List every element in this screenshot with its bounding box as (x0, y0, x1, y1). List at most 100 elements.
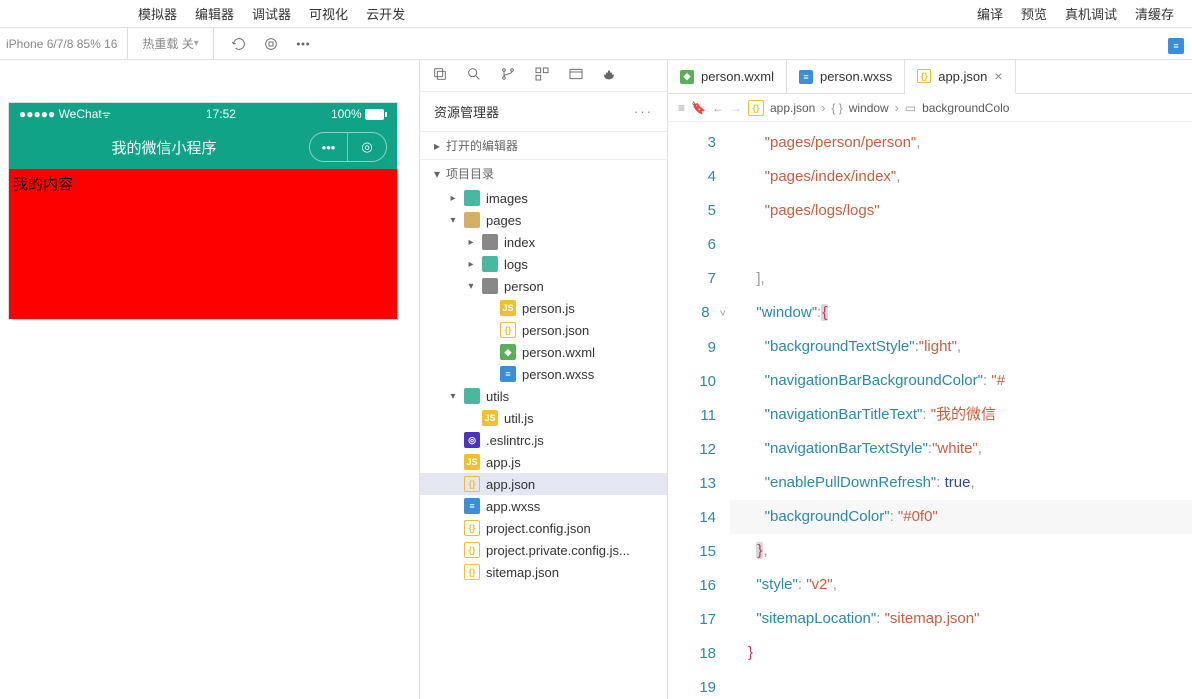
docker-icon[interactable] (602, 66, 618, 85)
refresh-icon[interactable] (230, 35, 248, 53)
menu-item[interactable]: 编译 (977, 4, 1003, 23)
chevron-icon: ▾ (448, 215, 458, 226)
capsule-close-icon[interactable]: ◎ (348, 133, 386, 161)
tree-item[interactable]: ▾utils (420, 385, 667, 407)
tree-item[interactable]: JSapp.js (420, 451, 667, 473)
tree-label: person.json (522, 323, 589, 338)
menu-item[interactable]: 调试器 (252, 4, 291, 23)
project-section[interactable]: ▾项目目录 (420, 159, 667, 187)
tree-item[interactable]: ▾ pages (420, 209, 667, 231)
menu-item[interactable]: 真机调试 (1065, 4, 1117, 23)
code-line[interactable]: "pages/index/index", (730, 160, 1192, 194)
hot-reload-toggle[interactable]: 热重载 关 ▾ (128, 28, 213, 60)
stop-icon[interactable] (262, 35, 280, 53)
bookmark-icon[interactable]: 🔖 (691, 101, 706, 115)
tab-label: person.wxss (820, 69, 892, 84)
window-icon[interactable] (568, 66, 584, 85)
top-menu-bar: 模拟器编辑器调试器可视化云开发 编译预览真机调试清缓存 (0, 0, 1192, 28)
file-icon: ◆ (680, 70, 694, 84)
close-icon[interactable]: × (994, 68, 1002, 84)
editor-tab[interactable]: {}app.json× (905, 60, 1015, 94)
back-icon[interactable]: ← (712, 101, 724, 115)
file-icon: ≡ (500, 366, 516, 382)
code-line[interactable]: "navigationBarBackgroundColor": "# (730, 364, 1192, 398)
code-line[interactable]: "pages/person/person", (730, 126, 1192, 160)
simulator-device[interactable]: ●●●●● WeChat⁠ᯤ 17:52 100% 我的微信小程序 ••• ◎ … (8, 102, 398, 320)
menu-item[interactable]: 编辑器 (195, 4, 234, 23)
tree-item[interactable]: ▸index (420, 231, 667, 253)
tree-item[interactable]: {}app.json (420, 473, 667, 495)
explorer-title: 资源管理器 (434, 102, 499, 121)
explorer-pane: 资源管理器 ··· ▸打开的编辑器 ▾项目目录 ▸images ▾ pages ▸in… (420, 60, 668, 699)
menu-item[interactable]: 云开发 (366, 4, 405, 23)
breadcrumb[interactable]: ≡ 🔖 ← → {} app.json › { } window › ▭ bac… (668, 94, 1192, 122)
file-icon (464, 190, 480, 206)
menu-item[interactable]: 模拟器 (138, 4, 177, 23)
tree-item[interactable]: {}sitemap.json (420, 561, 667, 583)
file-icon: ◎ (464, 432, 480, 448)
capsule-menu-icon[interactable]: ••• (310, 133, 348, 161)
code-line[interactable]: "backgroundTextStyle":"light", (730, 330, 1192, 364)
tree-item[interactable]: ≡ person.wxss (420, 363, 667, 385)
more-options-icon[interactable] (294, 35, 312, 53)
tree-item[interactable]: JSutil.js (420, 407, 667, 429)
tree-item[interactable]: {}project.config.json (420, 517, 667, 539)
code-line[interactable]: "backgroundColor": "#0f0" (730, 500, 1192, 534)
tree-item[interactable]: ◎ .eslintrc.js (420, 429, 667, 451)
code-line[interactable]: "sitemapLocation": "sitemap.json" (730, 602, 1192, 636)
file-icon: ≡ (464, 498, 480, 514)
tree-label: app.json (486, 477, 535, 492)
sim-time: 17:52 (206, 107, 236, 121)
tree-item[interactable]: {}project.private.config.js... (420, 539, 667, 561)
tree-label: pages (486, 213, 521, 228)
sim-body[interactable]: 我的内容 (9, 169, 397, 319)
menu-item[interactable]: 可视化 (309, 4, 348, 23)
tree-item[interactable]: ◆person.wxml (420, 341, 667, 363)
tree-item[interactable]: ▾person (420, 275, 667, 297)
code-line[interactable] (730, 670, 1192, 699)
tab-label: person.wxml (701, 69, 774, 84)
sim-capsule[interactable]: ••• ◎ (309, 132, 387, 162)
explorer-more-icon[interactable]: ··· (634, 104, 653, 119)
file-icon: ≡ (799, 70, 813, 84)
menu-item[interactable]: 预览 (1021, 4, 1047, 23)
tree-label: logs (504, 257, 528, 272)
tree-item[interactable]: {}person.json (420, 319, 667, 341)
editor-tab[interactable]: ≡ person.wxss (787, 60, 905, 93)
code-line[interactable]: "navigationBarTitleText": "我的微信 (730, 398, 1192, 432)
code-line[interactable]: "window":{ (730, 296, 1192, 330)
code-line[interactable]: "pages/logs/logs" (730, 194, 1192, 228)
code-editor[interactable]: "pages/person/person", "pages/index/inde… (730, 122, 1192, 699)
chevron-icon: ▸ (448, 193, 458, 204)
code-line[interactable] (730, 228, 1192, 262)
file-icon: JS (500, 300, 516, 316)
device-selector[interactable]: iPhone 6/7/8 85% 16 (6, 28, 128, 60)
forward-icon[interactable]: → (730, 101, 742, 115)
menu-item[interactable]: 清缓存 (1135, 4, 1174, 23)
editor-tab[interactable]: ◆ person.wxml (668, 60, 787, 93)
file-icon (482, 234, 498, 250)
tree-label: app.wxss (486, 499, 540, 514)
code-line[interactable]: }, (730, 534, 1192, 568)
code-line[interactable]: "navigationBarTextStyle":"white", (730, 432, 1192, 466)
file-icon: ◆ (500, 344, 516, 360)
code-line[interactable]: "enablePullDownRefresh": true, (730, 466, 1192, 500)
file-icon (482, 278, 498, 294)
git-branch-icon[interactable] (500, 66, 516, 85)
tree-label: person.wxss (522, 367, 594, 382)
tree-item[interactable]: ▸images (420, 187, 667, 209)
tree-label: .eslintrc.js (486, 433, 544, 448)
list-icon[interactable]: ≡ (678, 101, 685, 115)
tree-item[interactable]: ≡ app.wxss (420, 495, 667, 517)
open-editors-section[interactable]: ▸打开的编辑器 (420, 131, 667, 159)
tree-item[interactable]: JSperson.js (420, 297, 667, 319)
code-line[interactable]: } (730, 636, 1192, 670)
code-line[interactable]: "style": "v2", (730, 568, 1192, 602)
tree-item[interactable]: ▸logs (420, 253, 667, 275)
explorer-toolbar (420, 60, 667, 92)
code-line[interactable]: ], (730, 262, 1192, 296)
wxss-icon-corner[interactable]: ≡ (1168, 38, 1184, 54)
search-icon[interactable] (466, 66, 482, 85)
copy-icon[interactable] (432, 66, 448, 85)
extension-icon[interactable] (534, 66, 550, 85)
